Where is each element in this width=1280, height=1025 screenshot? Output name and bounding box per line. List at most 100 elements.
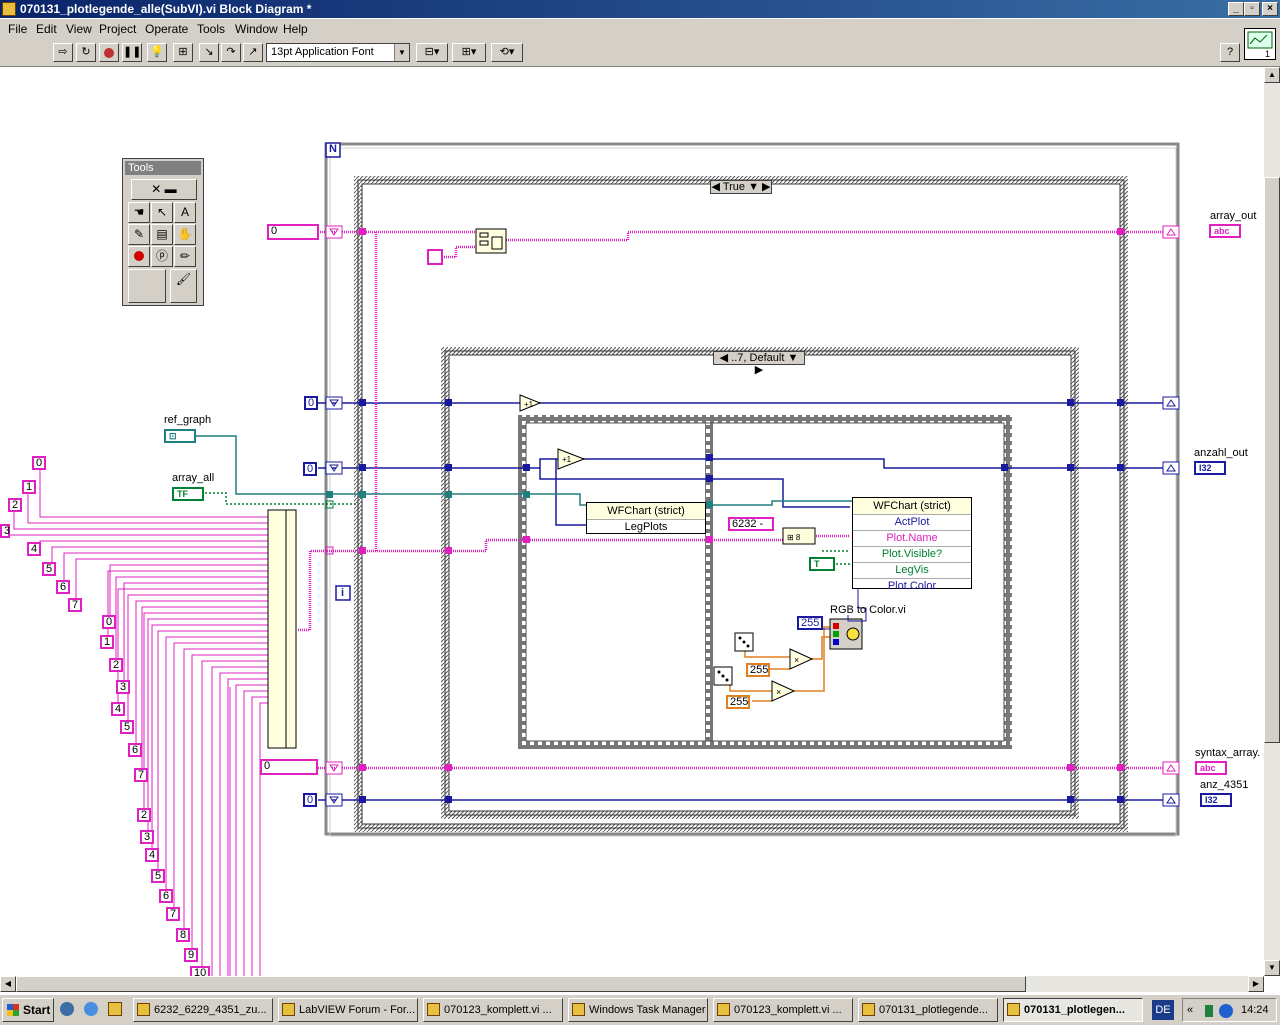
scroll-down-icon[interactable]: ▼ [1264, 960, 1280, 976]
left-constant[interactable]: 7 [134, 768, 148, 782]
scroll-tool-icon[interactable]: ✋ [174, 224, 196, 245]
left-constant[interactable]: 2 [109, 658, 123, 672]
auto-tool-icon[interactable]: ✕ ▬ [131, 179, 197, 200]
distribute-objects-icon[interactable]: ⊞▾ [452, 43, 486, 62]
left-constant[interactable]: 0 [32, 456, 46, 470]
left-constant[interactable]: 2 [137, 808, 151, 822]
scroll-right-icon[interactable]: ▶ [1248, 976, 1264, 992]
task-button[interactable]: 070123_komplett.vi ... [423, 998, 563, 1022]
string-array-constant[interactable]: 0 [267, 224, 319, 240]
color-brush-icon[interactable]: 🖌 [170, 269, 197, 303]
left-constant[interactable]: 6 [159, 889, 173, 903]
task-button[interactable]: LabVIEW Forum - For... [278, 998, 418, 1022]
property-node-legplots[interactable]: WFChart (strict) LegPlots [586, 502, 706, 534]
left-constant[interactable]: 4 [111, 702, 125, 716]
dbl-255-constant[interactable]: 255 [746, 663, 770, 677]
left-constant[interactable]: 3 [140, 830, 154, 844]
increment-function[interactable]: +1 +1 [519, 394, 586, 470]
align-objects-icon[interactable]: ⊟▾ [416, 43, 448, 62]
property-legplots[interactable]: LegPlots [587, 519, 705, 535]
menu-file[interactable]: File [8, 22, 27, 36]
left-constant[interactable]: 10 [190, 966, 210, 976]
chevron-right-icon[interactable]: ▶ [762, 181, 770, 193]
get-color-tool-icon[interactable]: ✏ [174, 246, 196, 267]
left-constant[interactable]: 5 [151, 869, 165, 883]
build-array-node[interactable] [267, 509, 297, 749]
left-constant[interactable]: 9 [184, 948, 198, 962]
property-plot-name[interactable]: Plot.Name [853, 530, 971, 546]
chevron-left-icon[interactable]: ◀ [720, 352, 728, 364]
format-into-string-node[interactable]: ⊞ 8 [782, 527, 816, 545]
tools-palette[interactable]: Tools ✕ ▬ ☚ ↖ A ✎ ▤ ✋ ⓟ ✏ 🖌 [122, 158, 204, 306]
left-constant[interactable]: 2 [8, 498, 22, 512]
start-button[interactable]: Start [2, 998, 54, 1022]
quicklaunch-ie-icon[interactable] [60, 1002, 74, 1016]
int-255-constant[interactable]: 255 [797, 616, 823, 630]
scroll-up-icon[interactable]: ▲ [1264, 67, 1280, 83]
int-constant[interactable]: 0 [304, 396, 318, 410]
menu-help[interactable]: Help [283, 22, 308, 36]
shortcut-menu-tool-icon[interactable]: ▤ [151, 224, 173, 245]
menu-view[interactable]: View [66, 22, 92, 36]
property-plot-visible[interactable]: Plot.Visible? [853, 546, 971, 562]
vertical-scroll-thumb[interactable] [1264, 177, 1280, 743]
left-constant[interactable]: 3 [0, 524, 10, 538]
title-bar[interactable]: 070131_plotlegende_alle(SubVI).vi Block … [0, 0, 1280, 18]
string-array-constant[interactable]: 0 [260, 759, 318, 775]
highlight-execution-icon[interactable]: 💡 [147, 43, 167, 62]
reorder-icon[interactable]: ⟲▾ [491, 43, 523, 62]
anz-4351-terminal[interactable]: I32 [1200, 793, 1232, 807]
rgb-to-color-subvi[interactable] [829, 618, 863, 650]
tray-app-icon[interactable] [1219, 1004, 1233, 1018]
left-constant[interactable]: 1 [22, 480, 36, 494]
chevron-down-icon[interactable]: ▼ [748, 181, 759, 193]
left-constant[interactable]: 7 [68, 598, 82, 612]
probe-tool-icon[interactable]: ⓟ [151, 246, 173, 267]
task-button[interactable]: Windows Task Manager [568, 998, 708, 1022]
step-into-icon[interactable]: ↘ [199, 43, 219, 62]
abort-icon[interactable] [99, 43, 119, 62]
operate-tool-icon[interactable]: ☚ [128, 202, 150, 223]
color-swatch-icon[interactable] [128, 269, 166, 303]
dbl-255-constant[interactable]: 255 [726, 695, 750, 709]
retain-wire-values-icon[interactable]: ⊞ [173, 43, 193, 62]
left-constant[interactable]: 8 [176, 928, 190, 942]
replace-array-subset-node[interactable] [475, 228, 507, 254]
breakpoint-tool-icon[interactable] [128, 246, 150, 267]
left-constant[interactable]: 1 [100, 635, 114, 649]
run-continuously-icon[interactable]: ↻ [76, 43, 96, 62]
property-actplot[interactable]: ActPlot [853, 514, 971, 530]
task-button[interactable]: 070131_plotlegende... [858, 998, 998, 1022]
left-constant[interactable]: 6 [128, 743, 142, 757]
ref-graph-terminal[interactable]: ⊡ [164, 429, 196, 443]
string-6232-constant[interactable]: 6232 - [728, 517, 774, 531]
int-constant[interactable]: 0 [303, 462, 317, 476]
array-out-terminal[interactable]: abc [1209, 224, 1241, 238]
task-button[interactable]: 6232_6229_4351_zu... [133, 998, 273, 1022]
string-constant-small[interactable] [427, 249, 443, 265]
vi-connector-icon[interactable]: 1 [1244, 28, 1276, 60]
quicklaunch-labview-icon[interactable] [108, 1002, 122, 1016]
tray-expand-icon[interactable]: « [1187, 999, 1193, 1021]
context-help-icon[interactable]: ? [1220, 43, 1240, 62]
left-constant[interactable]: 5 [42, 562, 56, 576]
left-constant[interactable]: 4 [145, 848, 159, 862]
property-legvis[interactable]: LegVis [853, 562, 971, 578]
scroll-left-icon[interactable]: ◀ [0, 976, 16, 992]
random-number-icon[interactable] [713, 632, 754, 686]
chevron-down-icon[interactable]: ▼ [787, 352, 798, 364]
language-indicator[interactable]: DE [1152, 1000, 1174, 1020]
left-constant[interactable]: 5 [120, 720, 134, 734]
close-button[interactable]: × [1262, 2, 1278, 16]
wiring-tool-icon[interactable]: ✎ [128, 224, 150, 245]
tray-network-icon[interactable] [1205, 1005, 1213, 1017]
property-plot-color[interactable]: Plot.Color [853, 578, 971, 594]
vertical-scrollbar[interactable]: ▲ ▼ [1264, 67, 1280, 976]
left-constant[interactable]: 3 [116, 680, 130, 694]
left-constant[interactable]: 7 [166, 907, 180, 921]
chevron-right-icon[interactable]: ▶ [755, 364, 763, 376]
font-select[interactable]: 13pt Application Font ▼ [266, 43, 410, 62]
case-selector-inner[interactable]: ◀ ..7, Default ▼ ▶ [713, 351, 805, 376]
case-selector-outer[interactable]: ◀ True ▼ ▶ [710, 180, 772, 194]
step-over-icon[interactable]: ↷ [221, 43, 241, 62]
